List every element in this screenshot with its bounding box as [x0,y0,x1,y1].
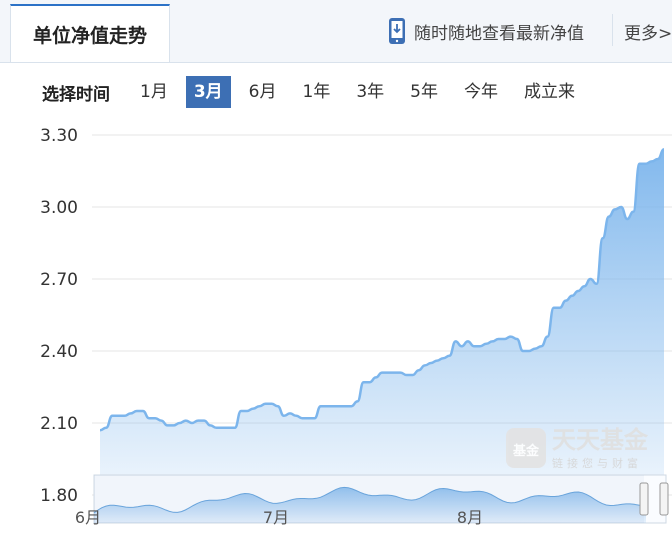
y-tick-label: 3.30 [40,126,78,146]
more-link[interactable]: 更多> [624,14,672,48]
range-option-5y[interactable]: 5年 [402,76,446,108]
navigator[interactable]: 6月 7月 8月 [75,474,669,527]
tab-unit-nav-trend[interactable]: 单位净值走势 [10,4,170,62]
nav-trend-chart: 3.303.002.702.402.101.80 基金 天天基金 链接您与财富 … [40,126,672,527]
navigator-selection[interactable] [94,475,644,523]
navigator-handle-right[interactable] [659,482,669,516]
range-option-3m[interactable]: 3月 [185,76,231,108]
y-tick-label: 2.70 [40,270,78,290]
range-option-1y[interactable]: 1年 [295,76,339,108]
range-selector: 选择时间 1月 3月 6月 1年 3年 5年 今年 成立来 [42,76,593,108]
watermark: 基金 天天基金 链接您与财富 [506,426,649,470]
watermark-slogan: 链接您与财富 [552,456,642,470]
navigator-tick-jun: 6月 [75,508,101,527]
range-label: 选择时间 [42,84,110,105]
header-bar: 单位净值走势 随时随地查看最新净值 更多> [0,0,672,63]
header-divider [612,14,613,46]
y-tick-label: 1.80 [40,486,78,506]
range-option-6m[interactable]: 6月 [241,76,285,108]
range-option-3y[interactable]: 3年 [348,76,392,108]
mobile-link-label: 随时随地查看最新净值 [414,23,584,44]
range-option-1m[interactable]: 1月 [132,76,176,108]
navigator-tick-jul: 7月 [263,508,289,527]
navigator-handle-left[interactable] [639,482,649,516]
y-tick-label: 2.40 [40,342,78,362]
mobile-nav-link[interactable]: 随时随地查看最新净值 [388,14,584,48]
y-tick-label: 3.00 [40,198,78,218]
range-option-ytd[interactable]: 今年 [456,76,506,108]
watermark-brand: 天天基金 [552,426,649,454]
range-option-since-inception[interactable]: 成立来 [516,76,583,108]
watermark-badge: 基金 [512,443,540,459]
navigator-tick-aug: 8月 [457,508,483,527]
y-tick-label: 2.10 [40,414,78,434]
mobile-phone-icon [389,18,405,44]
y-axis: 3.30 3.00 2.70 2.40 2.10 1.80 [40,126,78,506]
